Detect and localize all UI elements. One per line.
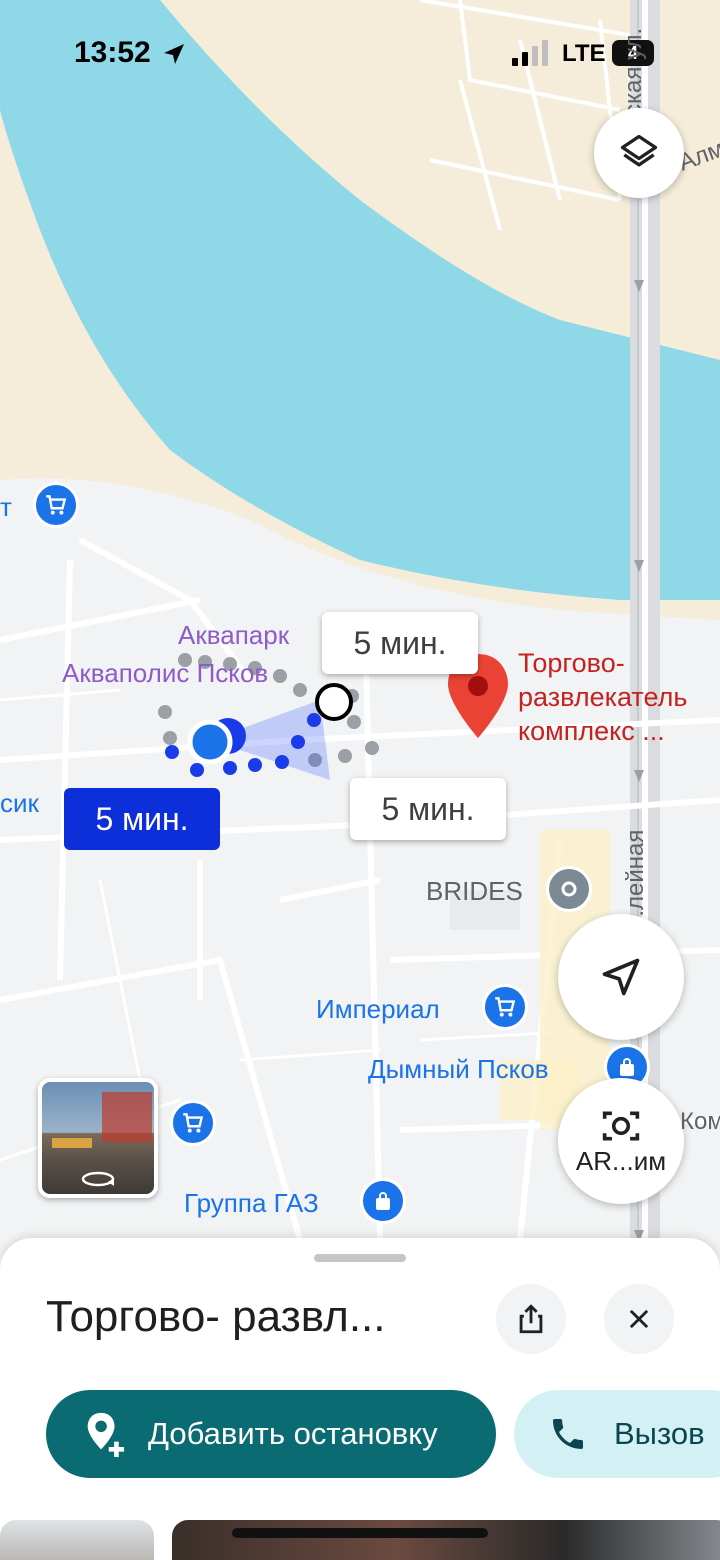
call-label: Вызов	[614, 1416, 705, 1451]
shopping-bag-icon[interactable]	[360, 1178, 406, 1224]
route-waypoint	[315, 683, 353, 721]
add-location-icon	[87, 1412, 125, 1457]
eta-bubble-top-text: 5 мин.	[353, 624, 447, 661]
rotate-360-icon	[81, 1171, 115, 1187]
destination-line-2: развлекатель	[518, 682, 688, 712]
poi-label-dymny[interactable]: Дымный Псков	[368, 1054, 549, 1085]
close-button[interactable]	[604, 1284, 674, 1354]
camera-lens-icon	[602, 1110, 640, 1141]
current-location-dot	[187, 719, 233, 765]
eta-bubble-bottom-text: 5 мин.	[381, 790, 475, 827]
place-bottom-sheet[interactable]: Торгово- развл... Добавить остановку Выз…	[0, 1238, 720, 1560]
signal-icon	[512, 40, 548, 66]
shopping-cart-icon[interactable]	[170, 1100, 216, 1146]
status-bar: 13:52 LTE 4	[0, 0, 720, 110]
location-arrow-icon	[164, 44, 184, 64]
place-pin-icon[interactable]	[546, 866, 592, 912]
add-stop-button[interactable]: Добавить остановку	[46, 1390, 496, 1478]
shopping-cart-icon[interactable]	[482, 984, 528, 1030]
poi-label-gaz[interactable]: Группа ГАЗ	[184, 1188, 319, 1219]
street-view-thumbnail[interactable]	[38, 1078, 158, 1198]
layers-icon	[620, 134, 658, 167]
shopping-cart-icon[interactable]	[33, 482, 79, 528]
home-indicator[interactable]	[232, 1528, 488, 1538]
add-stop-label: Добавить остановку	[148, 1416, 438, 1451]
poi-label-left-partial: т	[0, 492, 12, 522]
my-location-button[interactable]	[558, 914, 684, 1040]
poi-label-right-partial: Ком	[680, 1108, 720, 1135]
place-title: Торгово- развл...	[46, 1292, 386, 1341]
ar-view-label: AR...им	[575, 1145, 667, 1176]
destination-line-1: Торгово-	[518, 648, 625, 678]
destination-line-3: комплекс ...	[518, 716, 665, 746]
poi-label-aquapolis[interactable]: Акваполис Псков	[62, 658, 268, 689]
eta-bubble-bottom[interactable]: 5 мин.	[350, 778, 506, 840]
phone-icon	[553, 1419, 583, 1449]
poi-label-imperial[interactable]: Империал	[316, 994, 440, 1025]
navigation-arrow-icon	[602, 958, 640, 996]
ar-view-button[interactable]: AR...им	[558, 1078, 684, 1204]
poi-label-brides[interactable]: BRIDES	[426, 876, 523, 907]
eta-bubble-selected[interactable]: 5 мин.	[64, 788, 220, 850]
call-button[interactable]: Вызов	[514, 1390, 720, 1478]
poi-label-aquapark[interactable]: Аквапарк	[178, 620, 289, 651]
place-photo-1[interactable]	[0, 1520, 154, 1560]
status-time: 13:52	[74, 36, 151, 69]
share-button[interactable]	[496, 1284, 566, 1354]
share-icon	[519, 1304, 543, 1334]
eta-bubble-top[interactable]: 5 мин.	[322, 612, 478, 674]
eta-bubble-selected-text: 5 мин.	[95, 800, 189, 837]
network-type: LTE	[562, 40, 606, 67]
poi-label-left-partial-2: сик	[0, 788, 39, 818]
place-photo-2[interactable]	[172, 1520, 720, 1560]
sheet-drag-handle[interactable]	[314, 1254, 406, 1262]
close-icon	[629, 1309, 649, 1329]
destination-label[interactable]: Торгово- развлекатель комплекс ...	[518, 646, 687, 748]
layers-button[interactable]	[594, 108, 684, 198]
